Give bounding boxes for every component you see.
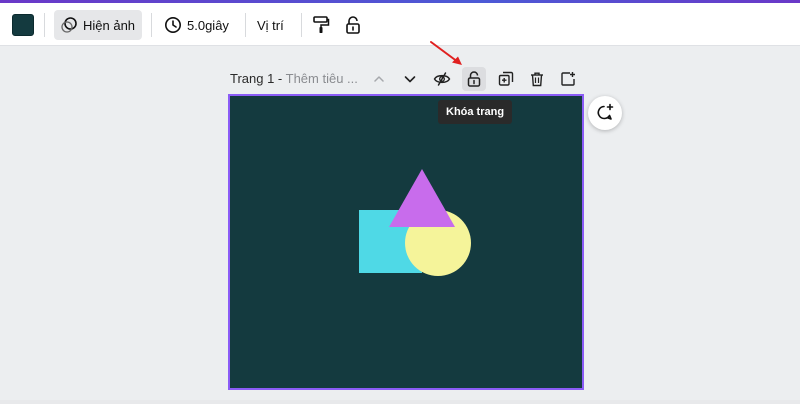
position-label: Vị trí [257,17,284,33]
position-button[interactable]: Vị trí [251,10,293,40]
add-comment-button[interactable] [588,96,622,130]
lock-button[interactable] [340,10,366,40]
design-canvas[interactable] [228,94,584,390]
tooltip-text: Khóa trang [446,106,505,118]
duplicate-icon [498,71,514,86]
toolbar: Hiện ảnh 5.0giây Vị trí [0,3,800,46]
page-title[interactable]: Trang 1 - Thêm tiêu ... [230,71,358,86]
delete-page-button[interactable] [525,67,549,91]
move-page-up-button[interactable] [367,67,391,91]
eye-hidden-icon [433,72,451,86]
circles-icon [61,17,77,33]
toolbar-divider [245,13,246,37]
lock-page-icon [467,71,481,87]
chevron-up-icon [374,76,384,82]
annotation-arrow [430,41,462,65]
page-bar: Trang 1 - Thêm tiêu ... [228,66,584,92]
add-page-button[interactable] [556,67,580,91]
lock-icon [346,16,360,34]
show-image-button[interactable]: Hiện ảnh [54,10,142,40]
duplicate-page-button[interactable] [494,67,518,91]
toolbar-divider [301,13,302,37]
trash-icon [531,72,543,87]
add-page-icon [561,72,575,86]
move-page-down-button[interactable] [398,67,422,91]
duration-label: 5.0giây [187,17,229,33]
page-title-placeholder[interactable]: Thêm tiêu ... [286,71,358,86]
bottom-strip [0,400,800,404]
duration-button[interactable]: 5.0giây [158,10,238,40]
lock-page-tooltip: Khóa trang [438,100,513,124]
toolbar-divider [44,13,45,37]
paint-roller-icon [313,16,330,33]
show-image-label: Hiện ảnh [83,17,136,33]
toolbar-divider [151,13,152,37]
page-label: Trang 1 - [230,71,286,86]
clock-icon [165,17,181,33]
hide-page-button[interactable] [430,67,454,91]
comment-add-icon [597,103,614,120]
chevron-down-icon [404,76,416,83]
copy-style-button[interactable] [308,10,334,40]
triangle-shape[interactable] [389,169,455,227]
color-swatch[interactable] [12,14,34,36]
lock-page-button[interactable] [462,67,486,91]
